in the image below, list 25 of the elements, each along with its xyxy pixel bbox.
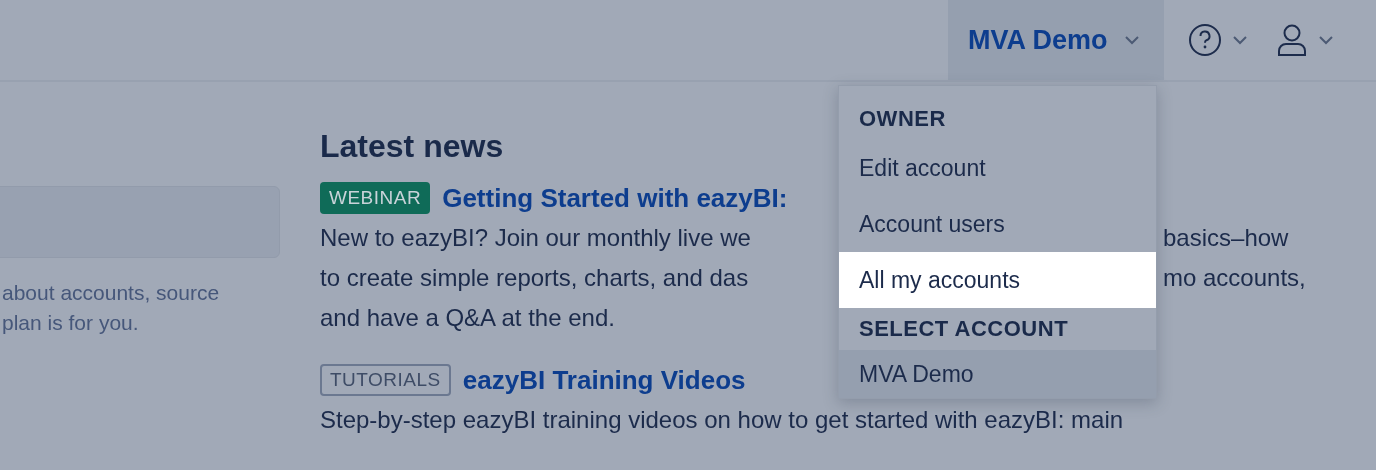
news-text: and have a Q&A at the end. bbox=[320, 303, 615, 333]
news-text: Step-by-step eazyBI training videos on how to get started with eazyBI: main bbox=[320, 405, 1124, 435]
news-text: basics–how bbox=[1163, 223, 1289, 253]
news-text: mo accounts, bbox=[1163, 263, 1306, 293]
sidebar-text: about accounts, source bbox=[2, 280, 221, 306]
chevron-icon bbox=[1232, 35, 1248, 45]
category-badge: WEBINAR bbox=[320, 182, 431, 214]
sidebar-text: plan is for you. bbox=[2, 310, 140, 336]
menu-item[interactable]: Account users bbox=[839, 196, 1156, 252]
menu-heading: SELECT ACCOUNT bbox=[858, 315, 1070, 343]
chevron-icon bbox=[1123, 35, 1140, 45]
user-icon bbox=[1276, 23, 1308, 57]
menu-item[interactable]: All my accounts bbox=[839, 252, 1156, 308]
account-button[interactable]: MVA Demo bbox=[948, 0, 1164, 80]
menu-heading: OWNER bbox=[858, 105, 947, 133]
menu-item[interactable]: Edit account bbox=[839, 140, 1156, 196]
chevron-icon bbox=[1318, 35, 1334, 45]
news-text: to create simple reports, charts, and das bbox=[320, 263, 749, 293]
section-title: Latest news bbox=[320, 127, 505, 166]
news-link[interactable]: eazyBI Training Videos bbox=[462, 364, 746, 396]
news-link[interactable]: Getting Started with eazyBI: bbox=[442, 182, 788, 214]
category-badge: TUTORIALS bbox=[320, 364, 451, 396]
news-text: New to eazyBI? Join our monthly live we bbox=[320, 223, 751, 253]
menu-item[interactable]: MVA Demo bbox=[839, 350, 1156, 398]
help-icon bbox=[1188, 23, 1222, 57]
